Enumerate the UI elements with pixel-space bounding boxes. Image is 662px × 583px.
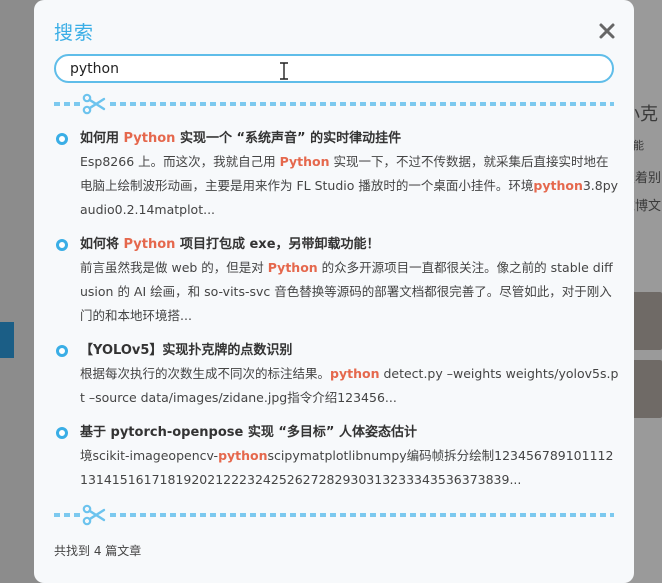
highlight-term: python — [533, 178, 583, 193]
bullet-icon — [56, 427, 68, 439]
result-item: 基于 pytorch-openpose 实现 “多目标” 人体姿态估计 境sci… — [54, 422, 620, 492]
modal-title: 搜索 — [54, 22, 95, 44]
search-field[interactable] — [54, 54, 614, 83]
text-segment: Esp8266 上。而这次，我就自己用 — [80, 154, 280, 169]
text-cursor-icon — [280, 62, 288, 80]
text-segment: 前言虽然我是做 web 的，但是对 — [80, 260, 268, 275]
background-button — [0, 322, 14, 358]
result-count: 共找到 4 篇文章 — [54, 544, 142, 558]
scissors-icon — [82, 93, 106, 115]
result-title-link[interactable]: 【YOLOv5】实现扑克牌的点数识别 — [80, 340, 620, 362]
result-title-link[interactable]: 基于 pytorch-openpose 实现 “多目标” 人体姿态估计 — [80, 422, 620, 444]
highlight-term: Python — [279, 154, 330, 169]
bullet-icon — [56, 239, 68, 251]
result-snippet: 境scikit-imageopencv-pythonscipymatplotli… — [80, 444, 620, 492]
result-snippet: 根据每次执行的次数生成不同次的标注结果。python detect.py –we… — [80, 362, 620, 410]
result-snippet: Esp8266 上。而这次，我就自己用 Python 实现一下，不过不传数据，就… — [80, 150, 620, 222]
result-title-link[interactable]: 如何将 Python 项目打包成 exe，另带卸载功能！ — [80, 234, 620, 256]
result-snippet: 前言虽然我是做 web 的，但是对 Python 的众多开源项目一直都很关注。像… — [80, 256, 620, 328]
text-segment: 根据每次执行的次数生成不同次的标注结果。 — [80, 366, 331, 381]
highlight-term: python — [218, 448, 268, 463]
search-modal: 搜索 如何用 Python 实现一个 “系统声音” 的实时律动挂件 Esp826… — [34, 0, 634, 583]
result-item: 【YOLOv5】实现扑克牌的点数识别 根据每次执行的次数生成不同次的标注结果。p… — [54, 340, 620, 410]
bullet-icon — [56, 345, 68, 357]
text-segment: 项目打包成 exe，另带卸载功能！ — [175, 237, 380, 252]
highlight-term: Python — [123, 131, 176, 146]
result-item: 如何将 Python 项目打包成 exe，另带卸载功能！ 前言虽然我是做 web… — [54, 234, 620, 328]
divider-bottom — [54, 504, 614, 526]
bullet-icon — [56, 133, 68, 145]
background-thumbnail — [630, 292, 662, 350]
highlight-term: python — [330, 366, 380, 381]
close-button[interactable] — [596, 20, 618, 42]
divider-top — [54, 93, 614, 115]
text-segment: 基于 pytorch-openpose 实现 “多目标” 人体姿态估计 — [80, 425, 417, 440]
results-list: 如何用 Python 实现一个 “系统声音” 的实时律动挂件 Esp8266 上… — [54, 128, 620, 504]
text-segment: 如何用 — [80, 131, 124, 146]
text-segment: 境scikit-imageopencv- — [80, 448, 219, 463]
scissors-icon — [82, 504, 106, 526]
close-icon — [599, 23, 615, 39]
highlight-term: Python — [267, 260, 318, 275]
background-thumbnail — [630, 360, 662, 418]
result-title-link[interactable]: 如何用 Python 实现一个 “系统声音” 的实时律动挂件 — [80, 128, 620, 150]
text-segment: 【YOLOv5】实现扑克牌的点数识别 — [80, 343, 293, 358]
highlight-term: Python — [123, 237, 176, 252]
search-input[interactable] — [70, 60, 612, 77]
result-item: 如何用 Python 实现一个 “系统声音” 的实时律动挂件 Esp8266 上… — [54, 128, 620, 222]
text-segment: 如何将 — [80, 237, 124, 252]
text-segment: 实现一个 “系统声音” 的实时律动挂件 — [175, 131, 402, 146]
